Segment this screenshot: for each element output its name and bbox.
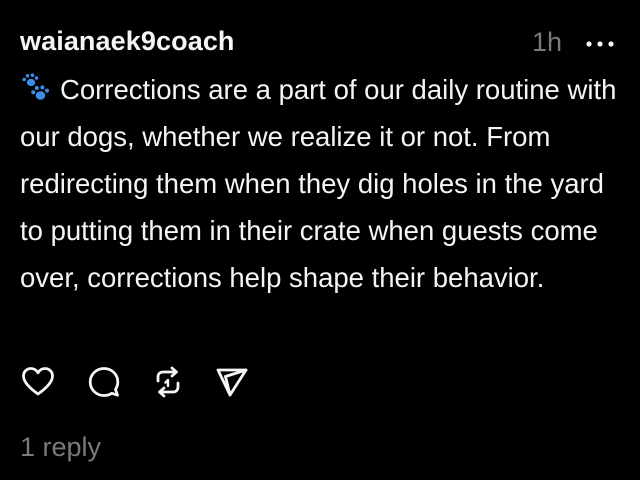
post-header: waianaek9coach 1h — [20, 22, 620, 62]
heart-icon[interactable] — [20, 364, 56, 400]
reply-count-link[interactable]: 1 reply — [20, 432, 101, 463]
action-bar — [20, 364, 320, 404]
post-text: Corrections are a part of our daily rout… — [20, 74, 617, 293]
send-icon[interactable] — [214, 364, 250, 400]
username-link[interactable]: waianaek9coach — [20, 26, 235, 57]
paw-prints-icon — [20, 70, 50, 100]
thread-post: waianaek9coach 1h Corrections are a part… — [0, 0, 640, 480]
more-icon[interactable] — [580, 24, 620, 60]
post-timestamp[interactable]: 1h — [532, 27, 562, 58]
repost-icon[interactable] — [150, 364, 186, 400]
post-body: Corrections are a part of our daily rout… — [20, 66, 630, 301]
comment-icon[interactable] — [86, 364, 122, 400]
